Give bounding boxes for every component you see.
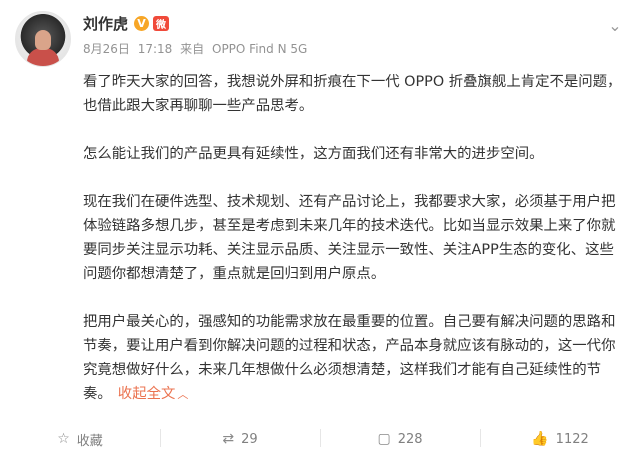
post-content: 看了昨天大家的回答，我想说外屏和折痕在下一代 OPPO 折叠旗舰上肯定不是问题，… bbox=[83, 70, 623, 407]
post-time[interactable]: 17:18 bbox=[138, 42, 173, 56]
author-name[interactable]: 刘作虎 bbox=[83, 13, 128, 34]
content-paragraph-3: 现在我们在硬件选型、技术规划、还有产品讨论上，我都要求大家，必须基于用户把体验链… bbox=[83, 194, 616, 282]
content-paragraph-4: 把用户最关心的，强感知的功能需求放在最重要的位置。自己要有解决问题的思路和节奏，… bbox=[83, 310, 623, 407]
avatar-figure-shirt bbox=[27, 48, 59, 66]
source-device[interactable]: OPPO Find N 5G bbox=[212, 42, 307, 56]
comment-icon: ▢ bbox=[377, 431, 391, 447]
action-divider bbox=[320, 429, 321, 447]
comment-button[interactable]: ▢ 228 bbox=[320, 431, 480, 447]
like-count: 1122 bbox=[555, 431, 589, 447]
comment-count: 228 bbox=[397, 431, 423, 447]
avatar-figure-face bbox=[35, 30, 51, 50]
action-divider bbox=[480, 429, 481, 447]
post-date[interactable]: 8月26日 bbox=[83, 42, 130, 56]
content-paragraph-1: 看了昨天大家的回答，我想说外屏和折痕在下一代 OPPO 折叠旗舰上肯定不是问题，… bbox=[83, 74, 622, 114]
repost-icon: ⇄ bbox=[222, 431, 235, 447]
avatar[interactable] bbox=[15, 11, 71, 67]
action-divider bbox=[160, 429, 161, 447]
thumb-up-icon: 👍 bbox=[531, 431, 549, 447]
chevron-up-icon: ︿ bbox=[177, 388, 189, 401]
chevron-down-icon: ⌄ bbox=[608, 15, 622, 35]
collapse-full-text-link[interactable]: 收起全文 bbox=[118, 386, 176, 402]
repost-count: 29 bbox=[241, 431, 258, 447]
more-options-button[interactable]: ⌄ bbox=[604, 14, 626, 36]
like-button[interactable]: 👍 1122 bbox=[480, 431, 640, 447]
collect-label: 收藏 bbox=[76, 433, 103, 449]
member-badge-icon: 微 bbox=[153, 15, 170, 31]
verified-icon: V bbox=[134, 15, 150, 31]
post-meta: 8月26日 17:18 来自 OPPO Find N 5G bbox=[83, 40, 311, 57]
source-prefix: 来自 bbox=[180, 42, 205, 56]
star-icon: ☆ bbox=[57, 431, 70, 447]
collect-button[interactable]: ☆ 收藏 bbox=[0, 430, 160, 449]
author-row: 刘作虎 V 微 bbox=[83, 12, 170, 34]
repost-button[interactable]: ⇄ 29 bbox=[160, 431, 320, 447]
weibo-post: 刘作虎 V 微 8月26日 17:18 来自 OPPO Find N 5G ⌄ … bbox=[0, 0, 640, 454]
content-paragraph-2: 怎么能让我们的产品更具有延续性，这方面我们还有非常大的进步空间。 bbox=[83, 146, 544, 162]
